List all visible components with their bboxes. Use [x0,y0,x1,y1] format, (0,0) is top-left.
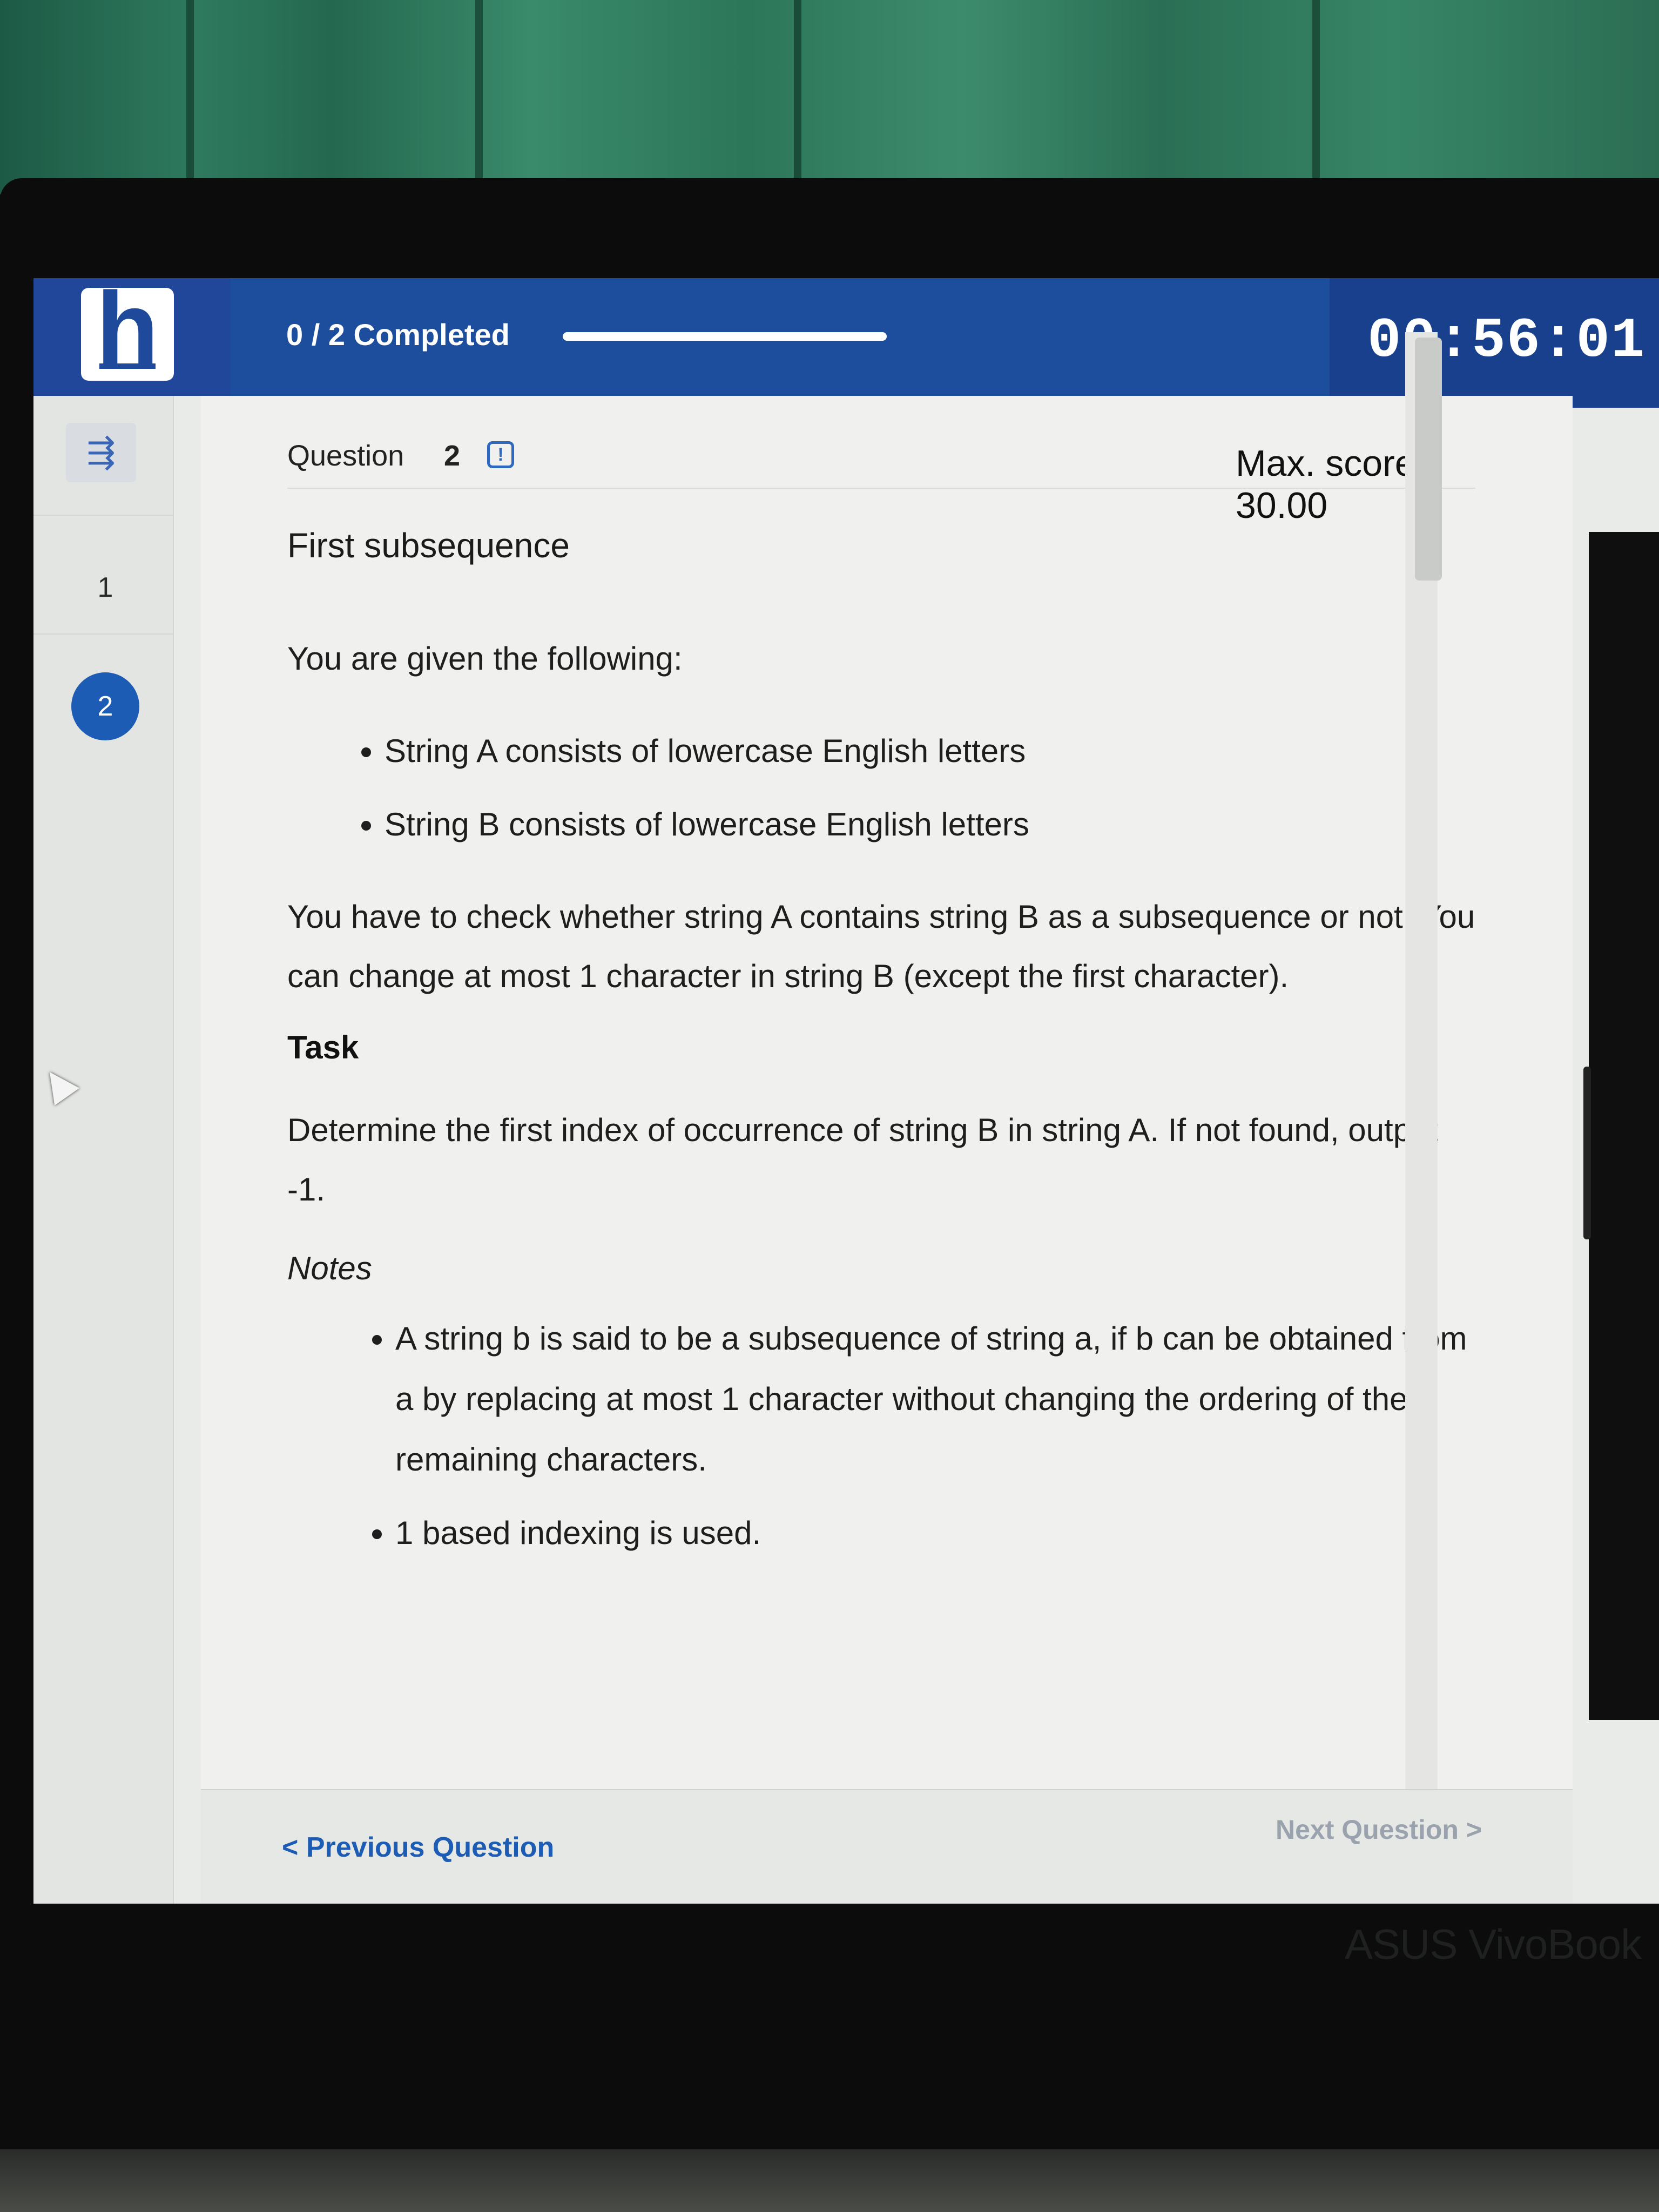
hackerearth-logo-icon[interactable]: h [81,278,174,381]
previous-question-button[interactable]: < Previous Question [282,1831,554,1864]
list-item: A string b is said to be a subsequence o… [395,1309,1475,1490]
wall-plank [186,0,194,194]
wall-plank [1312,0,1320,194]
progress-text: 0 / 2 Completed [286,318,510,352]
notes-list: A string b is said to be a subsequence o… [287,1309,1475,1563]
screen: h 0 / 2 Completed 00:56:01 ⇶ 1 2 Questio… [33,278,1659,1904]
editor-panel-edge [1589,532,1659,1720]
problem-statement: First subsequence You are given the foll… [287,525,1475,1589]
notes-heading: Notes [287,1250,372,1286]
scrollbar-thumb[interactable] [1415,338,1442,581]
logo-letter: h [96,278,159,386]
laptop-brand: ASUS VivoBook [1345,1920,1642,1968]
question-sidebar: ⇶ 1 2 [33,396,174,1904]
question-footer: < Previous Question Next Question > [201,1789,1573,1904]
panel-resize-handle[interactable] [1583,1067,1591,1239]
expand-menu-icon[interactable]: ⇶ [66,423,136,482]
given-list: String A consists of lowercase English l… [287,714,1475,861]
problem-intro: You are given the following: [287,640,683,677]
background-wall [0,0,1659,194]
sidebar-question-2[interactable]: 2 [33,633,173,753]
wall-plank [475,0,483,194]
next-question-button[interactable]: Next Question > [1276,1814,1482,1845]
wall-plank [794,0,801,194]
report-flag-icon[interactable]: ! [487,441,514,468]
question-header: Question 2 ! Max. score: 30.00 [287,428,1475,526]
logo-cell: h [33,278,230,396]
logo-underline [99,363,156,369]
task-heading: Task [287,1029,359,1065]
question-label: Question [287,440,404,472]
question-number-active: 2 [71,672,139,740]
question-number: 1 [97,572,113,603]
question-number-label: 2 [444,440,461,472]
list-item: 1 based indexing is used. [395,1503,1475,1563]
question-content: Question 2 ! Max. score: 30.00 First sub… [201,396,1573,1789]
task-text: Determine the first index of occurrence … [287,1112,1439,1208]
progress-bar [563,332,887,341]
problem-description: You have to check whether string A conta… [287,899,1475,994]
problem-title: First subsequence [287,526,570,565]
list-item: String A consists of lowercase English l… [385,714,1475,788]
laptop-base [0,2149,1659,2212]
sidebar-question-1[interactable]: 1 [33,515,173,635]
list-item: String B consists of lowercase English l… [385,788,1475,861]
